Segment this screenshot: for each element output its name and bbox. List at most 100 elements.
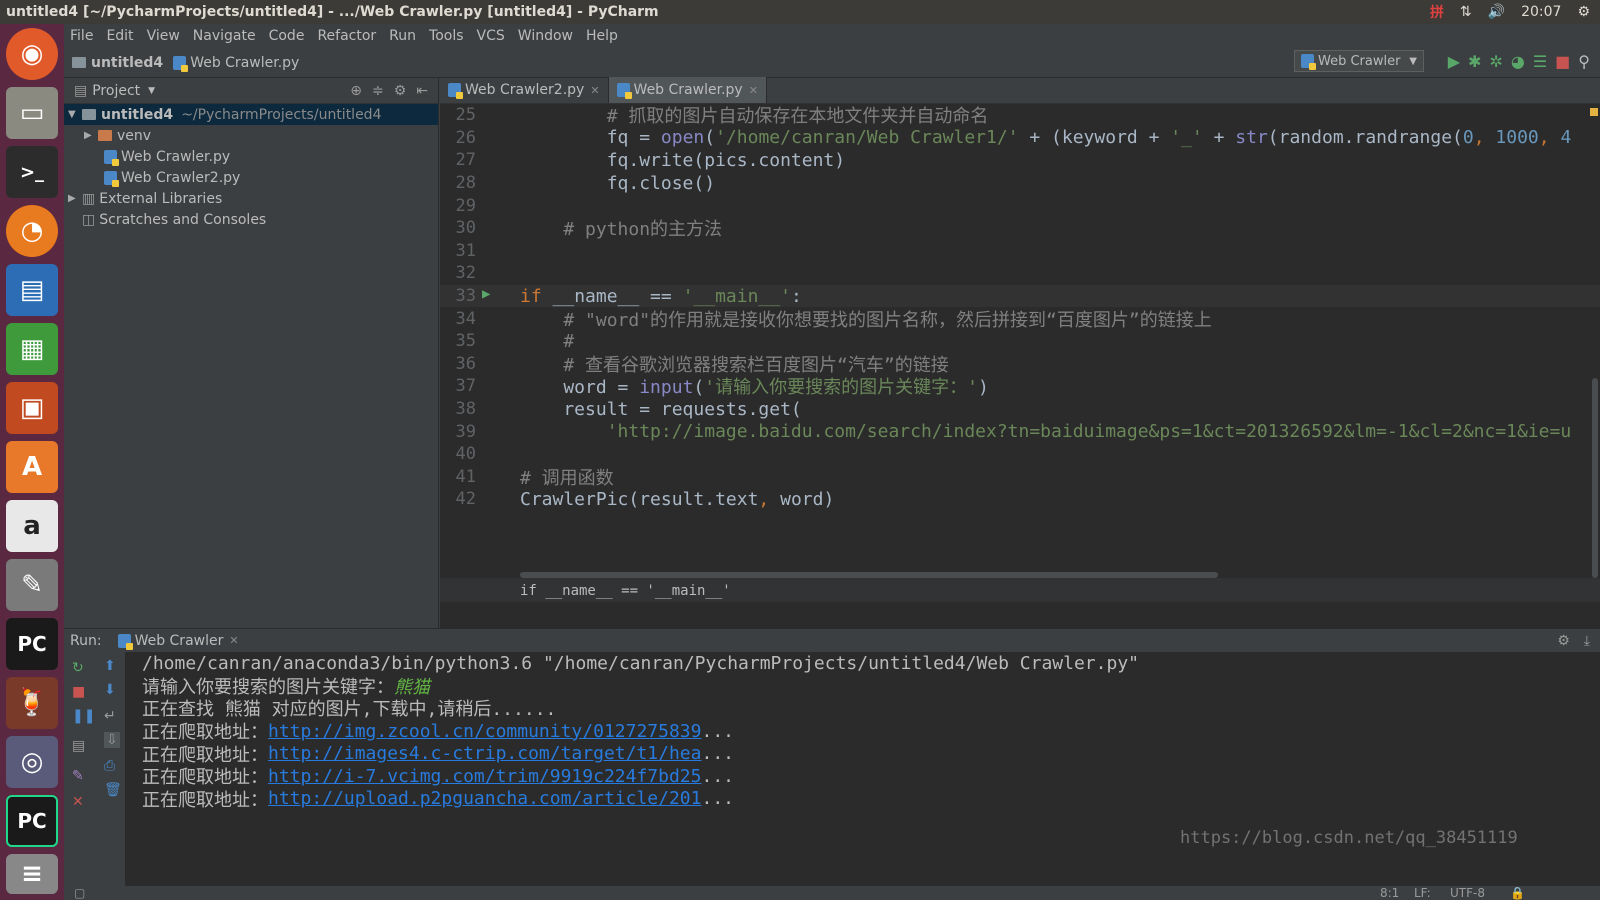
scroll-end-icon[interactable]: ⇩ — [104, 732, 120, 748]
cocktail-icon[interactable]: 🍹 — [6, 677, 58, 729]
locate-icon[interactable]: ⊕ — [350, 83, 362, 99]
code-line[interactable]: 25 # 抓取的图片自动保存在本地文件夹并自动命名 — [440, 104, 1600, 127]
menu-navigate[interactable]: Navigate — [193, 28, 256, 44]
warning-marker[interactable] — [1590, 108, 1598, 116]
software-center-icon[interactable]: A — [6, 441, 58, 493]
menu-file[interactable]: File — [70, 28, 93, 44]
code-line[interactable]: 37 word = input('请输入你要搜索的图片关键字：') — [440, 375, 1600, 398]
menu-help[interactable]: Help — [586, 28, 618, 44]
down-icon[interactable]: ⬇ — [104, 682, 116, 698]
firefox-icon[interactable]: ◔ — [6, 205, 58, 257]
files-icon[interactable]: ▭ — [6, 87, 58, 139]
ime-indicator[interactable]: 拼 — [1430, 2, 1444, 22]
gutter[interactable] — [480, 307, 518, 330]
code-breadcrumb[interactable]: if __name__ == '__main__' — [440, 578, 1600, 602]
menu-refactor[interactable]: Refactor — [317, 28, 376, 44]
impress-icon[interactable]: ▣ — [6, 382, 58, 434]
menu-tools[interactable]: Tools — [429, 28, 464, 44]
concurrency-icon[interactable]: ☰ — [1533, 52, 1547, 71]
settings-gear-icon[interactable]: ⚙ — [1577, 4, 1590, 20]
code-line[interactable]: 29 — [440, 194, 1600, 217]
event-log-icon[interactable]: ▢ — [74, 886, 85, 900]
code-line[interactable]: 31 — [440, 240, 1600, 263]
search-icon[interactable]: ⚲ — [1578, 52, 1590, 71]
crawl-url-link[interactable]: http://upload.p2pguancha.com/article/201 — [268, 788, 701, 809]
clear-icon[interactable]: 🗑 — [104, 782, 122, 798]
code-line[interactable]: 39 'http://image.baidu.com/search/index?… — [440, 420, 1600, 443]
line-number[interactable]: 40 — [440, 444, 480, 464]
menu-window[interactable]: Window — [518, 28, 573, 44]
gear-icon[interactable]: ⚙ — [1557, 633, 1570, 649]
profile-icon[interactable]: ◕ — [1511, 52, 1525, 71]
code-line[interactable]: 41 # 调用函数 — [440, 466, 1600, 489]
stop-icon[interactable]: ■ — [72, 684, 85, 700]
code-area[interactable]: 25 # 抓取的图片自动保存在本地文件夹并自动命名 26 fq = open('/… — [440, 104, 1600, 578]
chevron-down-icon[interactable]: ▼ — [148, 86, 155, 96]
gutter[interactable] — [480, 466, 518, 489]
up-icon[interactable]: ⬆ — [104, 658, 116, 674]
stop-icon[interactable]: ■ — [1555, 52, 1570, 71]
pycharm-active-icon[interactable]: PC — [6, 795, 58, 847]
line-number[interactable]: 37 — [440, 376, 480, 396]
gutter[interactable] — [480, 240, 518, 263]
network-icon[interactable]: ⇅ — [1460, 4, 1472, 20]
code-line[interactable]: 42 CrawlerPic(result.text, word) — [440, 488, 1600, 511]
run-gutter-icon[interactable]: ▶ — [482, 286, 490, 302]
tree-item-scratches[interactable]: ◫ Scratches and Consoles — [64, 209, 438, 230]
print-icon[interactable]: ⎙ — [104, 758, 115, 774]
gutter[interactable] — [480, 420, 518, 443]
gutter[interactable] — [480, 488, 518, 511]
tab-web-crawler[interactable]: Web Crawler.py ✕ — [608, 77, 767, 103]
close-icon[interactable]: ✕ — [72, 794, 84, 810]
calc-icon[interactable]: ▦ — [6, 323, 58, 375]
line-number[interactable]: 31 — [440, 241, 480, 261]
ubuntu-dash-icon[interactable]: ◉ — [6, 28, 58, 80]
line-number[interactable]: 34 — [440, 309, 480, 329]
gutter[interactable] — [480, 127, 518, 150]
gutter[interactable] — [480, 194, 518, 217]
line-number[interactable]: 28 — [440, 173, 480, 193]
coverage-icon[interactable]: ✲ — [1489, 52, 1502, 71]
pause-icon[interactable]: ❚❚ — [72, 708, 95, 724]
gutter[interactable] — [480, 172, 518, 195]
code-line[interactable]: 40 — [440, 443, 1600, 466]
soft-wrap-icon[interactable]: ↵ — [104, 708, 116, 724]
code-line[interactable]: 28 fq.close() — [440, 172, 1600, 195]
line-number[interactable]: 33 — [440, 286, 480, 306]
amazon-icon[interactable]: a — [6, 500, 58, 552]
line-number[interactable]: 25 — [440, 105, 480, 125]
close-icon[interactable]: ✕ — [229, 634, 238, 647]
tree-item-untitled4[interactable]: ▼ untitled4 ~/PycharmProjects/untitled4 — [64, 104, 438, 125]
code-line[interactable]: 36 # 查看谷歌浏览器搜索栏百度图片“汽车”的链接 — [440, 353, 1600, 376]
menu-run[interactable]: Run — [389, 28, 416, 44]
status-line-separator[interactable]: LF: — [1414, 886, 1431, 900]
terminal-icon[interactable]: >_ — [6, 146, 58, 198]
hide-icon[interactable]: ⇤ — [416, 83, 428, 99]
code-line[interactable]: 26 fq = open('/home/canran/Web Crawler1/… — [440, 127, 1600, 150]
disk-icon[interactable]: ◎ — [6, 736, 58, 788]
gutter[interactable] — [480, 104, 518, 127]
tree-item-web-crawler2[interactable]: Web Crawler2.py — [64, 167, 438, 188]
code-line[interactable]: 35 # — [440, 330, 1600, 353]
line-number[interactable]: 35 — [440, 331, 480, 351]
expanded-arrow-icon[interactable]: ▼ — [68, 109, 82, 120]
line-number[interactable]: 30 — [440, 218, 480, 238]
tab-web-crawler2[interactable]: Web Crawler2.py ✕ — [440, 77, 609, 103]
status-encoding[interactable]: UTF-8 — [1450, 886, 1485, 900]
code-line[interactable]: 33 ▶ if __name__ == '__main__': — [440, 284, 1600, 308]
line-number[interactable]: 42 — [440, 489, 480, 509]
code-line[interactable]: 30 # python的主方法 — [440, 217, 1600, 240]
clock[interactable]: 20:07 — [1521, 4, 1561, 20]
code-line[interactable]: 32 — [440, 262, 1600, 285]
gear-icon[interactable]: ⚙ — [394, 83, 407, 99]
code-line[interactable]: 34 # "word"的作用就是接收你想要找的图片名称，然后拼接到“百度图片”的… — [440, 307, 1600, 331]
line-number[interactable]: 39 — [440, 422, 480, 442]
nav-project[interactable]: untitled4 — [91, 55, 163, 71]
writer-icon[interactable]: ▤ — [6, 264, 58, 316]
gutter[interactable]: ▶ — [480, 285, 518, 308]
close-icon[interactable]: ✕ — [749, 84, 758, 97]
pycharm-icon[interactable]: PC — [6, 618, 58, 670]
run-config-select[interactable]: Web Crawler ▼ — [1294, 50, 1424, 72]
debug-icon[interactable]: ✱ — [1468, 52, 1481, 71]
crawl-url-link[interactable]: http://img.zcool.cn/community/0127275839 — [268, 721, 701, 742]
